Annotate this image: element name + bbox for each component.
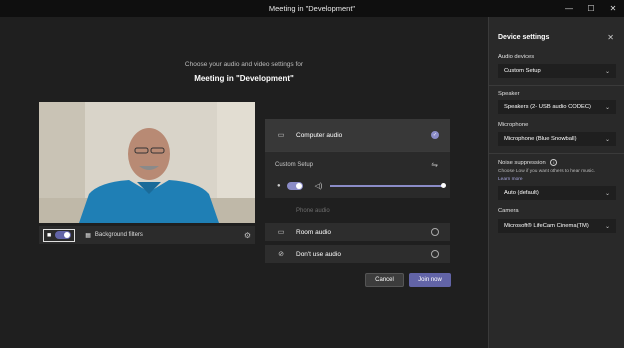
audio-off-icon: ⊘ [278, 251, 284, 258]
option-label: Don't use audio [296, 250, 341, 258]
gear-icon[interactable]: ⚙ [244, 231, 251, 240]
audio-devices-select[interactable]: Custom Setup ⌄ [498, 64, 616, 78]
camera-icon: ■ [47, 231, 52, 239]
window-controls: — ☐ ✕ [558, 0, 624, 17]
noise-suppression-select[interactable]: Auto (default) ⌄ [498, 186, 616, 200]
option-dont-use-audio[interactable]: ⊘ Don't use audio [265, 245, 450, 263]
info-icon[interactable]: i [550, 159, 558, 166]
camera-toggle[interactable] [55, 231, 72, 239]
prejoin-prompt: Choose your audio and video settings for [184, 61, 304, 68]
chevron-down-icon: ⌄ [604, 223, 610, 230]
custom-setup-panel: Custom Setup ⇋ ● ◁) [265, 151, 450, 198]
select-value: Microphone (Blue Snowball) [504, 136, 577, 142]
microphone-toggle[interactable] [286, 182, 303, 190]
divider [489, 153, 624, 154]
join-now-button[interactable]: Join now [409, 273, 451, 287]
select-value: Microsoft® LifeCam Cinema(TM) [504, 223, 589, 229]
maximize-icon[interactable]: ☐ [580, 0, 602, 17]
minimize-icon[interactable]: — [558, 0, 580, 17]
option-phone-audio: Phone audio [296, 207, 330, 214]
chevron-down-icon: ⌄ [604, 104, 610, 111]
noise-hint: Choose Low if you want others to hear mu… [498, 169, 596, 174]
sliders-icon[interactable]: ⇋ [431, 160, 438, 169]
noise-suppression-text: Noise suppression [498, 160, 546, 166]
background-filters-icon: ▦ [85, 232, 91, 239]
divider [489, 85, 624, 86]
camera-select[interactable]: Microsoft® LifeCam Cinema(TM) ⌄ [498, 219, 616, 233]
option-label: Room audio [296, 228, 332, 236]
webcam-image [39, 102, 255, 223]
option-computer-audio[interactable]: ▭ Computer audio ✓ [265, 119, 450, 151]
custom-setup-label: Custom Setup [275, 162, 314, 168]
volume-slider-thumb[interactable] [441, 183, 446, 188]
computer-icon: ▭ [277, 132, 285, 139]
chevron-down-icon: ⌄ [604, 136, 610, 143]
select-value: Speakers (2- USB audio CODEC) [504, 104, 591, 110]
option-label: Computer audio [296, 131, 343, 139]
video-preview [39, 102, 255, 223]
chevron-down-icon: ⌄ [604, 190, 610, 197]
panel-title: Device settings [498, 34, 550, 41]
audio-devices-label: Audio devices [498, 54, 535, 60]
camera-label: Camera [498, 208, 519, 214]
video-toolbar: ■ ▦ Background filters ⚙ [39, 226, 255, 244]
microphone-icon: ● [277, 183, 281, 189]
background-filters-label: Background filters [94, 232, 143, 238]
learn-more-link[interactable]: Learn more [498, 177, 523, 182]
window-title: Meeting in "Development" [268, 4, 356, 13]
meeting-title: Meeting in "Development" [194, 74, 294, 83]
room-icon: ▭ [277, 229, 285, 236]
speaker-volume-slider[interactable] [330, 183, 446, 188]
speaker-icon: ◁) [314, 183, 323, 190]
noise-suppression-label: Noise suppression i [498, 159, 558, 166]
background-filters-button[interactable]: ▦ Background filters [85, 232, 143, 239]
microphone-select[interactable]: Microphone (Blue Snowball) ⌄ [498, 132, 616, 146]
microphone-label: Microphone [498, 122, 529, 128]
camera-toggle-group[interactable]: ■ [43, 228, 76, 242]
speaker-label: Speaker [498, 91, 520, 97]
title-bar: Meeting in "Development" — ☐ ✕ [0, 0, 624, 17]
radio-button[interactable] [431, 228, 439, 236]
chevron-down-icon: ⌄ [604, 68, 610, 75]
audio-controls-row: ● ◁) [277, 181, 446, 191]
device-settings-panel: Device settings ✕ Audio devices Custom S… [488, 17, 624, 348]
select-value: Custom Setup [504, 68, 541, 74]
cancel-button[interactable]: Cancel [365, 273, 404, 287]
option-room-audio[interactable]: ▭ Room audio [265, 223, 450, 241]
radio-button[interactable] [431, 250, 439, 258]
close-icon[interactable]: ✕ [607, 33, 614, 42]
window-close-icon[interactable]: ✕ [602, 0, 624, 17]
checkmark-icon: ✓ [431, 131, 439, 139]
select-value: Auto (default) [504, 190, 539, 196]
speaker-select[interactable]: Speakers (2- USB audio CODEC) ⌄ [498, 100, 616, 114]
